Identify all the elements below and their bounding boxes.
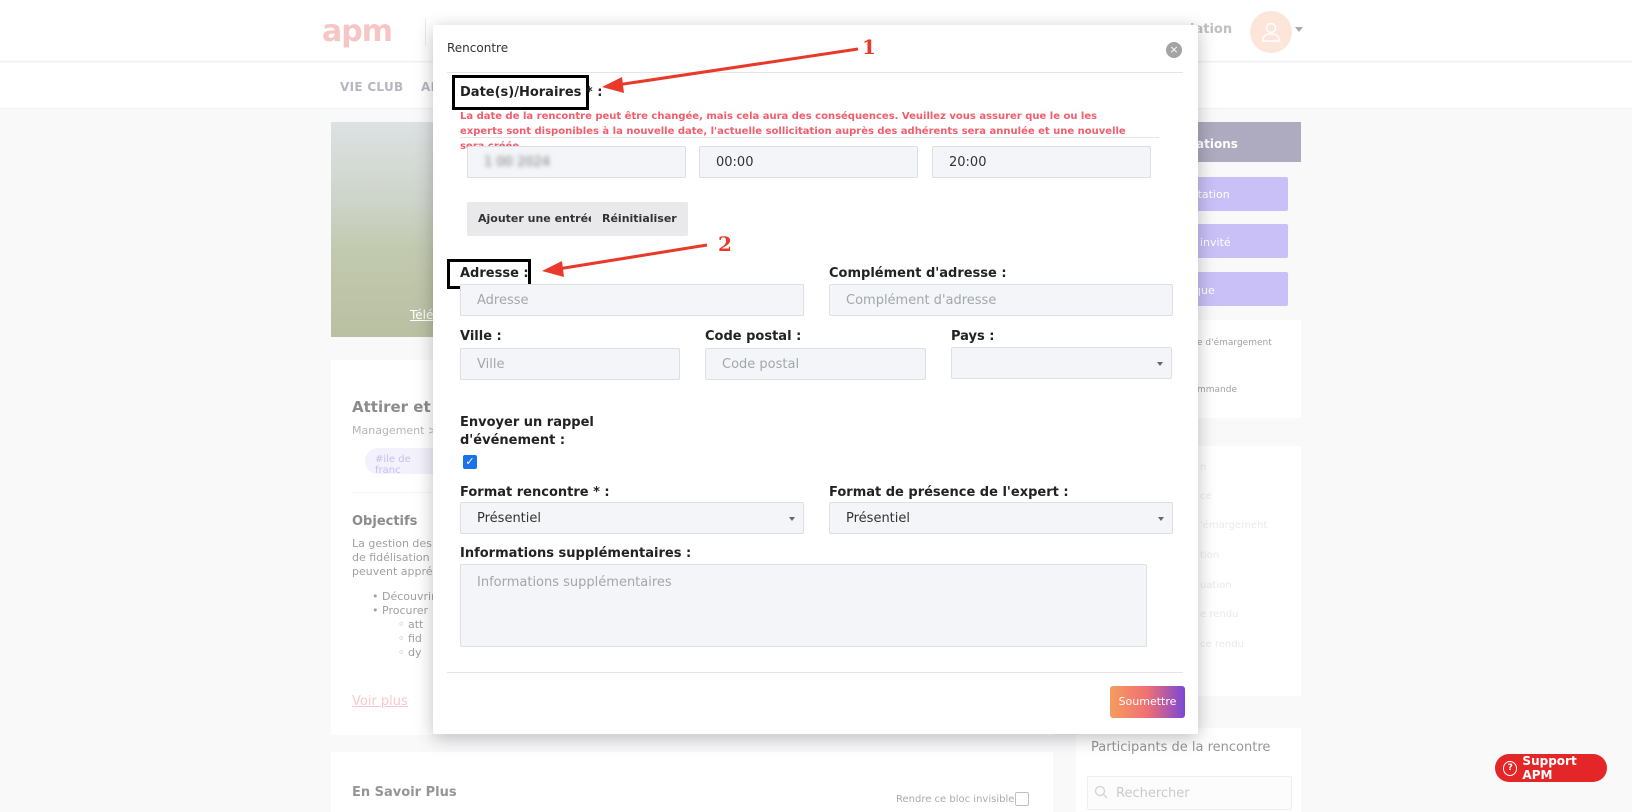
country-label: Pays :	[951, 329, 995, 344]
reset-button[interactable]: Réinitialiser	[591, 202, 688, 236]
rencontre-modal: Rencontre × Date(s)/Horaires * : La date…	[433, 25, 1198, 734]
add-entry-button[interactable]: Ajouter une entrée	[467, 202, 607, 236]
address-label: Adresse :	[460, 266, 529, 281]
chevron-down-icon	[1158, 517, 1164, 521]
postal-code-input[interactable]: Code postal	[705, 348, 926, 380]
annotation-marker-1: 1	[862, 35, 876, 59]
reminder-label: Envoyer un rappel d'événement :	[460, 414, 594, 450]
close-icon[interactable]: ×	[1166, 42, 1182, 58]
meeting-format-label: Format rencontre * :	[460, 485, 610, 500]
modal-title: Rencontre	[447, 41, 509, 55]
city-label: Ville :	[460, 329, 502, 344]
address-input[interactable]: Adresse	[460, 284, 804, 316]
date-value: 1 00 2024	[484, 155, 551, 170]
expert-format-label: Format de présence de l'expert :	[829, 485, 1069, 500]
start-time-input[interactable]: 00:00	[699, 146, 918, 178]
reminder-checkbox[interactable]: ✓	[463, 455, 477, 469]
end-time-input[interactable]: 20:00	[932, 146, 1151, 178]
dates-label: Date(s)/Horaires * :	[460, 85, 603, 100]
reminder-label-line: d'événement :	[460, 433, 566, 448]
chevron-down-icon	[789, 517, 795, 521]
country-select[interactable]	[951, 347, 1172, 379]
additional-info-textarea[interactable]: Informations supplémentaires	[460, 564, 1147, 647]
expert-format-select[interactable]: Présentiel	[829, 502, 1173, 534]
city-input[interactable]: Ville	[460, 348, 680, 380]
additional-info-label: Informations supplémentaires :	[460, 546, 692, 561]
divider	[447, 72, 1183, 73]
annotation-marker-2: 2	[718, 232, 732, 256]
reminder-label-line: Envoyer un rappel	[460, 415, 594, 430]
chevron-down-icon	[1157, 362, 1163, 366]
divider	[447, 672, 1183, 673]
postal-code-label: Code postal :	[705, 329, 802, 344]
address-complement-input[interactable]: Complément d'adresse	[829, 284, 1173, 316]
meeting-format-value: Présentiel	[477, 511, 541, 526]
support-button[interactable]: ? Support APM	[1495, 754, 1607, 782]
address-complement-label: Complément d'adresse :	[829, 266, 1007, 281]
submit-button[interactable]: Soumettre	[1110, 686, 1185, 718]
date-input[interactable]: 1 00 2024	[467, 146, 686, 178]
expert-format-value: Présentiel	[846, 511, 910, 526]
meeting-format-select[interactable]: Présentiel	[460, 502, 804, 534]
support-label: Support APM	[1522, 754, 1577, 782]
question-icon: ?	[1503, 760, 1518, 776]
divider	[460, 137, 1159, 138]
